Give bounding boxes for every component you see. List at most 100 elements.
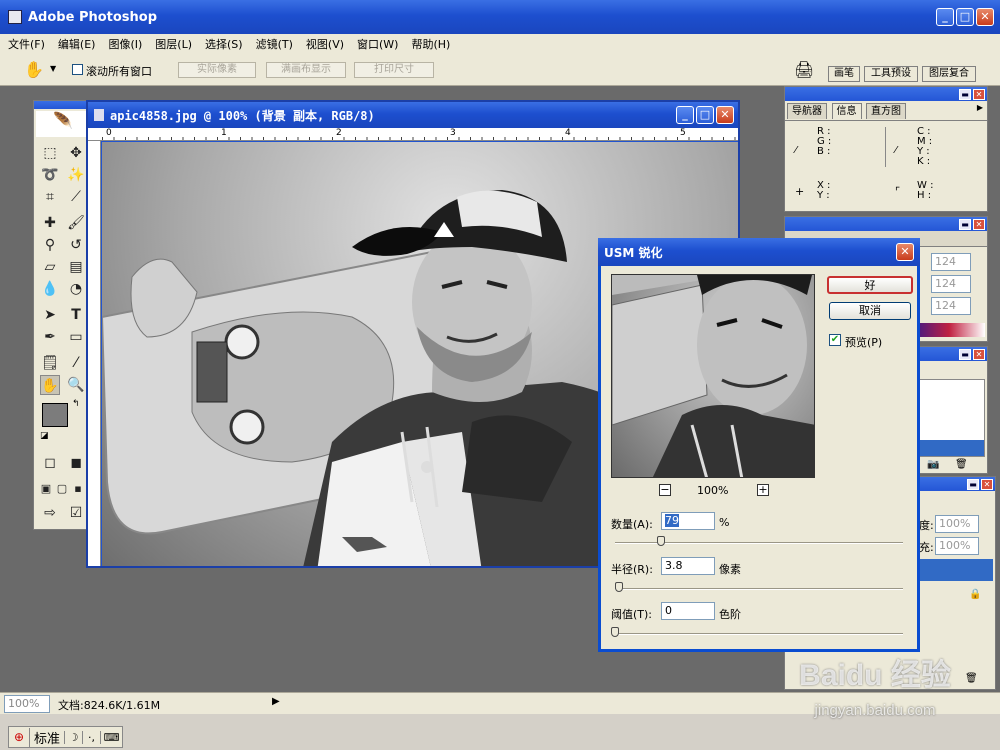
threshold-input[interactable]: 0 <box>661 602 715 620</box>
slice-tool-icon[interactable]: ⟋ <box>66 187 86 207</box>
actual-pixels-button[interactable]: 实际像素 <box>178 62 256 78</box>
color-close-button[interactable]: ✕ <box>973 218 985 230</box>
color-minimize-button[interactable]: ▬ <box>959 218 971 230</box>
scroll-all-checkbox[interactable] <box>72 64 83 75</box>
fit-screen-button[interactable]: 满画布显示 <box>266 62 346 78</box>
jump-to-imageready-icon[interactable]: ⇨ <box>40 503 60 523</box>
screen-mode-standard-icon[interactable]: ▣ <box>38 479 54 499</box>
quick-mask-mode-icon[interactable]: ◼ <box>66 453 86 473</box>
crop-tool-icon[interactable]: ⌗ <box>40 187 60 207</box>
ime-logo-icon[interactable]: ⊕ <box>9 730 29 744</box>
eyedropper-tool-icon[interactable]: ⁄ <box>66 353 86 373</box>
threshold-slider-track[interactable] <box>615 633 903 635</box>
color-ramp[interactable] <box>913 323 985 337</box>
tab-navigator[interactable]: 导航器 <box>787 103 827 119</box>
path-selection-tool-icon[interactable]: ➤ <box>40 305 60 325</box>
swap-colors-icon[interactable]: ↰ <box>72 399 80 409</box>
menu-image[interactable]: 图像(I) <box>108 36 142 52</box>
history-close-button[interactable]: ✕ <box>973 348 985 360</box>
marquee-tool-icon[interactable]: ⬚ <box>40 143 60 163</box>
zoom-out-button[interactable]: − <box>659 484 671 496</box>
radius-slider-track[interactable] <box>615 588 903 590</box>
foreground-color-swatch[interactable] <box>42 403 68 427</box>
ime-mode-label[interactable]: 标准 <box>29 727 64 747</box>
tab-info[interactable]: 信息 <box>831 103 862 119</box>
screen-mode-full-icon[interactable]: ▪ <box>70 479 86 499</box>
zoom-tool-icon[interactable]: 🔍 <box>66 375 86 395</box>
layers-close-button[interactable]: ✕ <box>981 478 993 490</box>
magic-wand-tool-icon[interactable]: ✨ <box>66 165 86 185</box>
close-button[interactable]: ✕ <box>976 8 994 26</box>
status-menu-arrow-icon[interactable]: ▶ <box>272 696 280 707</box>
screen-mode-full-menu-icon[interactable]: ▢ <box>54 479 70 499</box>
doc-minimize-button[interactable]: _ <box>676 106 694 124</box>
info-menu-arrow-icon[interactable]: ▶ <box>977 103 983 112</box>
color-value-2[interactable]: 124 <box>931 275 971 293</box>
eraser-tool-icon[interactable]: ▱ <box>40 257 60 277</box>
tab-layer-comps[interactable]: 图层复合 <box>922 66 976 82</box>
type-tool-icon[interactable]: T <box>66 305 86 325</box>
menu-layer[interactable]: 图层(L) <box>155 36 192 52</box>
pen-tool-icon[interactable]: ✒ <box>40 327 60 347</box>
standard-mode-icon[interactable]: ◻ <box>40 453 60 473</box>
cmyk-eyedropper-icon[interactable]: ⁄ <box>895 145 897 156</box>
ime-moon-icon[interactable]: ☽ <box>64 730 82 744</box>
default-colors-icon[interactable]: ◪ <box>40 431 49 441</box>
dodge-tool-icon[interactable]: ◔ <box>66 279 86 299</box>
vertical-ruler[interactable] <box>88 141 101 566</box>
menu-help[interactable]: 帮助(H) <box>411 36 450 52</box>
usm-close-button[interactable]: ✕ <box>896 243 914 261</box>
new-snapshot-icon[interactable]: 📷 <box>927 459 939 470</box>
shape-tool-icon[interactable]: ▭ <box>66 327 86 347</box>
info-minimize-button[interactable]: ▬ <box>959 88 971 100</box>
cancel-button[interactable]: 取消 <box>829 302 911 320</box>
layers-fill-field[interactable]: 100% <box>935 537 979 555</box>
menu-file[interactable]: 文件(F) <box>8 36 45 52</box>
menu-filter[interactable]: 滤镜(T) <box>256 36 293 52</box>
layers-opacity-field[interactable]: 100% <box>935 515 979 533</box>
tool-preset-dropdown[interactable]: ▼ <box>50 64 56 73</box>
blur-tool-icon[interactable]: 💧 <box>40 279 60 299</box>
menu-edit[interactable]: 编辑(E) <box>58 36 96 52</box>
notes-tool-icon[interactable]: 🗒 <box>40 353 60 373</box>
history-delete-icon[interactable]: 🗑 <box>955 459 968 470</box>
status-zoom-field[interactable]: 100% <box>4 695 50 713</box>
hand-tool-icon[interactable]: ✋ <box>24 60 44 79</box>
menu-view[interactable]: 视图(V) <box>306 36 344 52</box>
healing-brush-tool-icon[interactable]: ✚ <box>40 213 60 233</box>
hand-tool-box-icon[interactable]: ✋ <box>40 375 60 395</box>
check-icon[interactable]: ☑ <box>66 503 86 523</box>
minimize-button[interactable]: _ <box>936 8 954 26</box>
usm-preview-pane[interactable] <box>611 274 815 478</box>
radius-input[interactable]: 3.8 <box>661 557 715 575</box>
gradient-tool-icon[interactable]: ▤ <box>66 257 86 277</box>
print-size-button[interactable]: 打印尺寸 <box>354 62 434 78</box>
menu-window[interactable]: 窗口(W) <box>357 36 398 52</box>
amount-input[interactable]: 79 <box>661 512 715 530</box>
maximize-button[interactable]: □ <box>956 8 974 26</box>
zoom-in-button[interactable]: + <box>757 484 769 496</box>
threshold-slider-thumb[interactable] <box>611 627 619 637</box>
color-value-1[interactable]: 124 <box>931 253 971 271</box>
radius-slider-thumb[interactable] <box>614 582 623 592</box>
ok-button[interactable]: 好 <box>827 276 913 294</box>
clone-stamp-tool-icon[interactable]: ⚲ <box>40 235 60 255</box>
history-brush-tool-icon[interactable]: ↺ <box>66 235 86 255</box>
tab-histogram[interactable]: 直方图 <box>866 103 906 119</box>
ime-keyboard-icon[interactable]: ⌨ <box>100 730 122 744</box>
layers-minimize-button[interactable]: ▬ <box>967 478 979 490</box>
preview-checkbox[interactable]: ✔ <box>829 334 841 346</box>
menu-select[interactable]: 选择(S) <box>205 36 243 52</box>
move-tool-icon[interactable]: ✥ <box>66 143 86 163</box>
doc-close-button[interactable]: ✕ <box>716 106 734 124</box>
tab-tool-presets[interactable]: 工具预设 <box>864 66 918 82</box>
history-minimize-button[interactable]: ▬ <box>959 348 971 360</box>
color-value-3[interactable]: 124 <box>931 297 971 315</box>
tab-brushes[interactable]: 画笔 <box>828 66 860 82</box>
info-close-button[interactable]: ✕ <box>973 88 985 100</box>
doc-maximize-button[interactable]: □ <box>696 106 714 124</box>
horizontal-ruler[interactable]: 0 1 2 3 4 5 <box>88 128 738 141</box>
brush-tool-icon[interactable]: 🖌 <box>66 213 86 233</box>
amount-slider-thumb[interactable] <box>657 536 666 546</box>
lasso-tool-icon[interactable]: ➰ <box>40 165 60 185</box>
